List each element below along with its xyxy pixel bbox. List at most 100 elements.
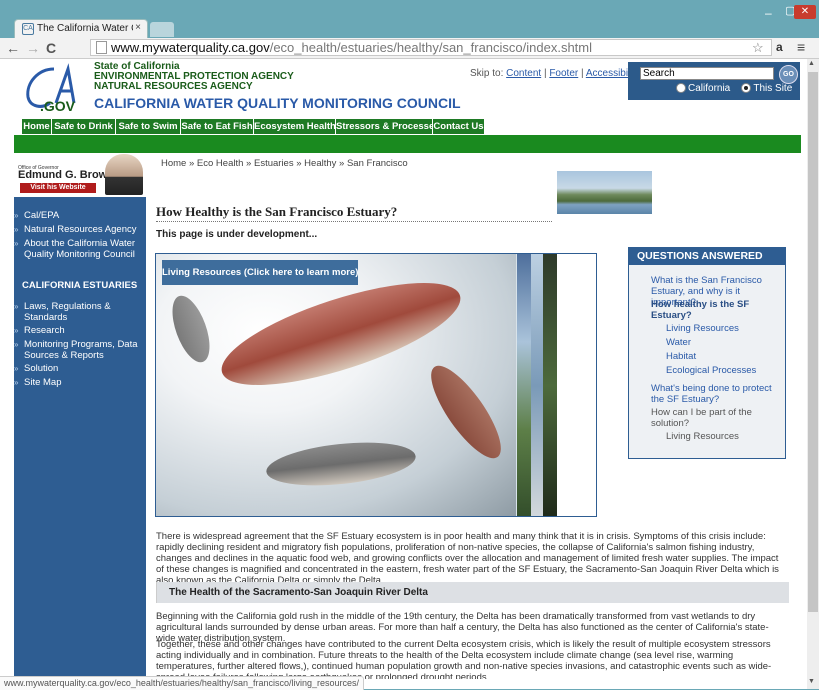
sidebar-item-label: Laws, Regulations & Standards xyxy=(24,301,111,323)
menu-icon[interactable]: ≡ xyxy=(797,39,805,55)
nav-safe-to-eat-fish[interactable]: Safe to Eat Fish xyxy=(181,119,254,134)
forward-icon[interactable]: → xyxy=(26,40,40,56)
page-viewport: .GOV State of California ENVIRONMENTAL P… xyxy=(0,59,807,689)
question-be-part[interactable]: How can I be part of the solution? xyxy=(651,407,761,429)
search-input[interactable] xyxy=(640,67,774,80)
governor-photo xyxy=(105,154,143,195)
question-sub-living-resources-2[interactable]: Living Resources xyxy=(666,431,739,442)
council-title: CALIFORNIA WATER QUALITY MONITORING COUN… xyxy=(94,95,461,111)
scope-california-radio[interactable]: California xyxy=(676,83,730,94)
salmon-shape xyxy=(264,436,418,492)
sidebar-item-research[interactable]: » Research xyxy=(14,325,142,336)
living-resources-button[interactable]: Living Resources (Click here to learn mo… xyxy=(162,260,358,285)
amazon-icon[interactable]: a xyxy=(776,40,790,54)
salmon-shape xyxy=(164,290,218,368)
arrow-icon: » xyxy=(14,211,19,220)
sidebar-item-label: Site Map xyxy=(24,377,62,388)
sidebar-item-label: Monitoring Programs, Data Sources & Repo… xyxy=(24,339,138,361)
address-bar[interactable]: www.mywaterquality.ca.gov/eco_health/est… xyxy=(90,39,772,56)
green-banner xyxy=(14,135,801,153)
breadcrumb-separator: » xyxy=(296,158,302,169)
star-icon[interactable]: ☆ xyxy=(752,40,764,56)
new-tab-button[interactable] xyxy=(150,22,174,37)
salmon-shape xyxy=(419,356,513,468)
skip-links: Skip to: Content | Footer | Accessibilit… xyxy=(470,68,641,79)
questions-heading: QUESTIONS ANSWERED xyxy=(628,247,786,265)
breadcrumb-eco-health[interactable]: Eco Health xyxy=(197,158,243,169)
sidebar-item-monitoring[interactable]: » Monitoring Programs, Data Sources & Rep… xyxy=(14,339,142,361)
sidebar-item-label: Natural Resources Agency xyxy=(24,224,137,235)
strip-segment xyxy=(531,254,543,516)
status-bar-url: www.mywaterquality.ca.gov/eco_health/est… xyxy=(0,676,365,690)
agency-line: NATURAL RESOURCES AGENCY xyxy=(94,81,253,92)
page-title: How Healthy is the San Francisco Estuary… xyxy=(156,204,552,222)
scroll-up-icon[interactable]: ▲ xyxy=(808,60,815,67)
nav-safe-to-swim[interactable]: Safe to Swim xyxy=(116,119,181,134)
breadcrumb-home[interactable]: Home xyxy=(161,158,186,169)
sidebar-item-natural-resources[interactable]: » Natural Resources Agency xyxy=(14,224,142,235)
arrow-icon: » xyxy=(14,340,19,349)
photo-strip xyxy=(517,254,596,516)
search-go-button[interactable]: GO xyxy=(779,65,798,84)
arrow-icon: » xyxy=(14,239,19,248)
sidebar-item-label: Cal/EPA xyxy=(24,210,60,221)
sidebar-item-calepa[interactable]: » Cal/EPA xyxy=(14,210,142,221)
sidebar-item-site-map[interactable]: » Site Map xyxy=(14,377,142,388)
minimize-icon[interactable]: ‒ xyxy=(765,6,772,20)
nav-contact-us[interactable]: Contact Us xyxy=(433,119,485,134)
reload-icon[interactable]: C xyxy=(46,40,56,56)
browser-tab[interactable]: CA The California Water Qual × xyxy=(14,19,148,38)
breadcrumb: Home » Eco Health » Estuaries » Healthy … xyxy=(161,158,408,169)
arrow-icon: » xyxy=(14,302,19,311)
arrow-icon: » xyxy=(14,364,19,373)
scrollbar-thumb[interactable] xyxy=(808,72,818,612)
nav-ecosystem-health[interactable]: Ecosystem Health xyxy=(254,119,336,134)
living-resources-image[interactable] xyxy=(155,253,597,517)
browser-toolbar: ← → C www.mywaterquality.ca.gov/eco_heal… xyxy=(0,38,819,59)
sidebar-item-about-council[interactable]: » About the California Water Quality Moni… xyxy=(14,238,142,260)
tab-close-icon[interactable]: × xyxy=(135,22,141,33)
radio-icon xyxy=(676,83,686,94)
close-icon[interactable]: ✕ xyxy=(794,5,816,19)
nav-home[interactable]: Home xyxy=(22,119,52,134)
logo-sub: .GOV xyxy=(40,98,76,113)
scope-label: California xyxy=(688,83,731,94)
ca-gov-logo[interactable]: .GOV xyxy=(20,63,90,113)
nav-stressors-processes[interactable]: Stressors & Processes xyxy=(336,119,440,134)
strip-segment xyxy=(557,254,596,516)
tab-title: The California Water Qual xyxy=(37,23,133,34)
back-icon[interactable]: ← xyxy=(6,40,20,56)
page-icon xyxy=(96,41,107,54)
radio-selected-icon xyxy=(741,83,752,94)
development-notice: This page is under development... xyxy=(156,229,318,240)
breadcrumb-separator: » xyxy=(246,158,252,169)
question-how-healthy[interactable]: How healthy is the SF Estuary? xyxy=(651,299,771,321)
sidebar-item-label: Research xyxy=(24,325,65,336)
estuary-thumbnail xyxy=(557,171,652,214)
question-sub-living-resources[interactable]: Living Resources xyxy=(666,323,739,334)
breadcrumb-separator: » xyxy=(339,158,345,169)
strip-segment xyxy=(543,254,557,516)
nav-safe-to-drink[interactable]: Safe to Drink xyxy=(52,119,116,134)
breadcrumb-san-francisco: San Francisco xyxy=(346,158,408,169)
question-sub-habitat[interactable]: Habitat xyxy=(666,351,696,362)
skip-footer-link[interactable]: Footer xyxy=(549,68,578,79)
agency-names: State of California ENVIRONMENTAL PROTEC… xyxy=(94,62,294,92)
sidebar-item-solution[interactable]: » Solution xyxy=(14,363,142,374)
sidebar-item-label: Solution xyxy=(24,363,59,374)
sidebar-item-label: About the California Water Quality Monit… xyxy=(24,238,136,260)
question-sub-water[interactable]: Water xyxy=(666,337,691,348)
breadcrumb-healthy[interactable]: Healthy xyxy=(304,158,336,169)
sidebar-item-laws[interactable]: » Laws, Regulations & Standards xyxy=(14,301,142,323)
skip-content-link[interactable]: Content xyxy=(506,68,541,79)
sidebar-heading: CALIFORNIA ESTUARIES xyxy=(22,280,138,291)
url-domain: www.mywaterquality.ca.gov xyxy=(111,40,270,55)
favicon-icon: CA xyxy=(22,23,34,35)
scroll-down-icon[interactable]: ▼ xyxy=(808,678,815,685)
scope-this-site-radio[interactable]: This Site xyxy=(741,83,792,94)
breadcrumb-estuaries[interactable]: Estuaries xyxy=(254,158,294,169)
question-protect-estuary[interactable]: What's being done to protect the SF Estu… xyxy=(651,383,781,405)
governor-website-button[interactable]: Visit his Website xyxy=(20,183,96,193)
crisis-paragraph: Together, these and other changes have c… xyxy=(156,639,772,679)
question-sub-ecological-processes[interactable]: Ecological Processes xyxy=(666,365,756,376)
